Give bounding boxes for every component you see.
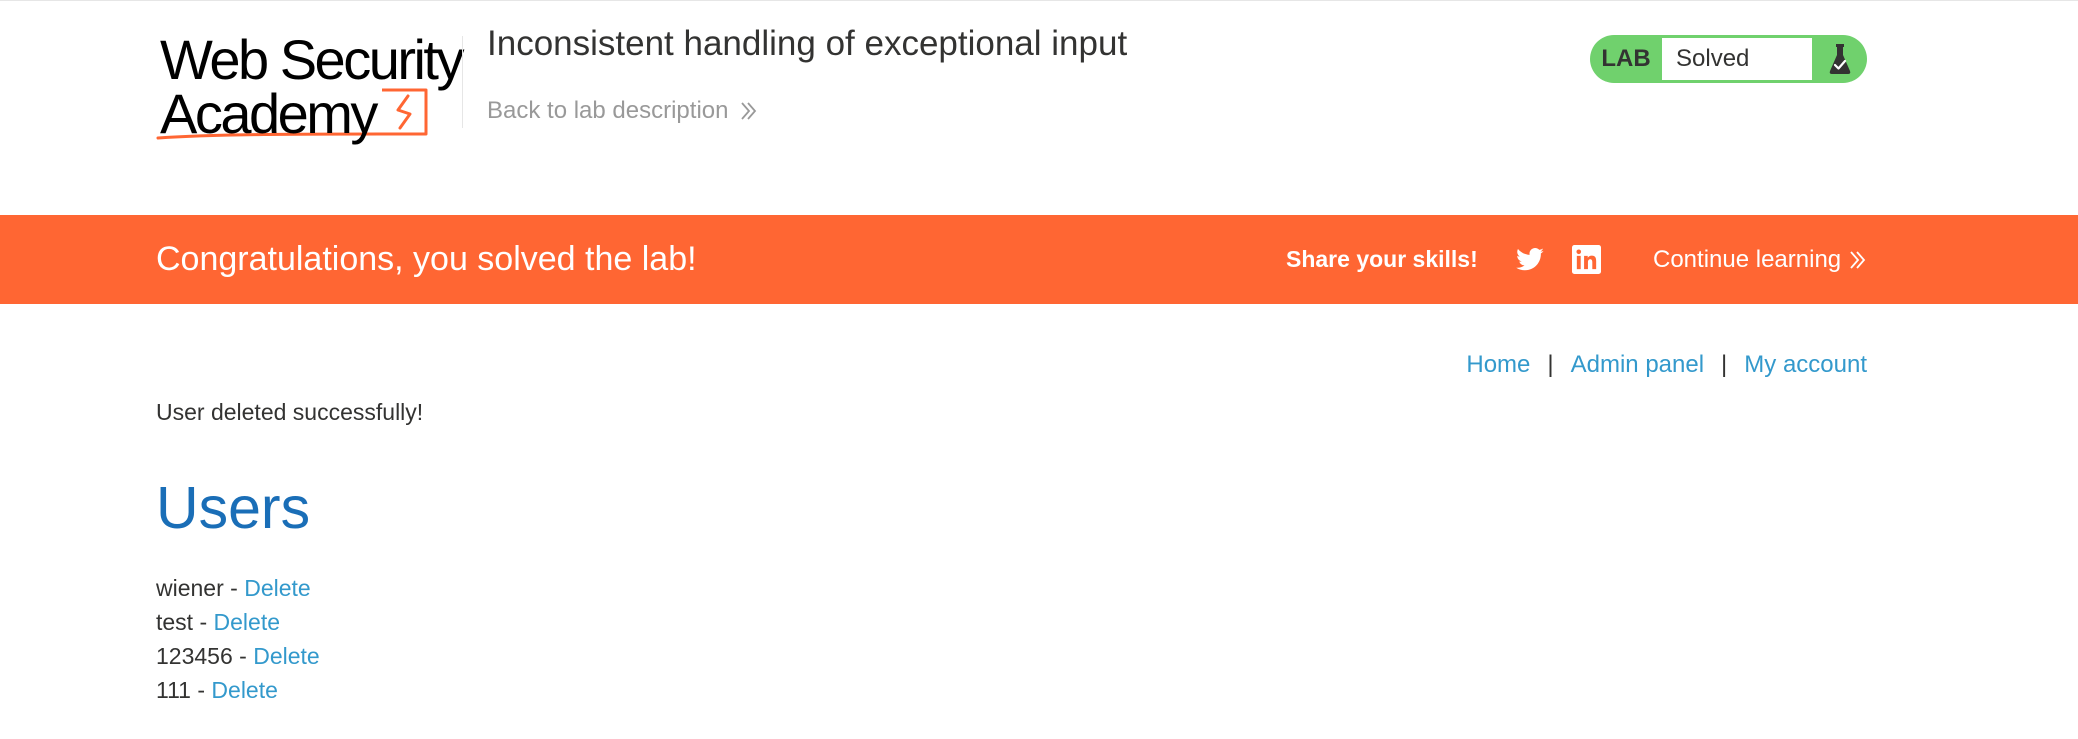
user-list-item: wiener - Delete xyxy=(156,571,320,605)
user-separator: - xyxy=(223,575,245,601)
share-skills-label: Share your skills! xyxy=(1286,246,1478,272)
nav-my-account-link[interactable]: My account xyxy=(1744,348,1867,382)
logo-line-2: Academy xyxy=(160,82,378,145)
double-chevron-right-icon xyxy=(1849,250,1867,270)
logo-line-1: Web Security xyxy=(160,28,464,91)
delete-user-link[interactable]: Delete xyxy=(214,609,280,635)
nav-separator: | xyxy=(1721,351,1728,378)
top-navigation: Home | Admin panel | My account xyxy=(1466,348,1867,382)
user-list-item: 111 - Delete xyxy=(156,673,320,707)
lab-badge: LAB xyxy=(1601,45,1651,72)
twitter-icon[interactable] xyxy=(1515,245,1545,275)
delete-user-link[interactable]: Delete xyxy=(253,643,319,669)
username: test xyxy=(156,609,194,635)
username: 111 xyxy=(156,677,191,703)
username: wiener xyxy=(156,575,224,601)
user-list-item: 123456 - Delete xyxy=(156,639,320,673)
lab-solved-banner: Congratulations, you solved the lab! Sha… xyxy=(0,215,2078,304)
top-border xyxy=(0,0,2078,1)
linkedin-icon[interactable] xyxy=(1572,245,1601,274)
nav-home-link[interactable]: Home xyxy=(1466,348,1530,382)
delete-user-link[interactable]: Delete xyxy=(211,677,277,703)
flask-icon xyxy=(1812,35,1867,83)
username: 123456 xyxy=(156,643,233,669)
nav-separator: | xyxy=(1547,351,1554,378)
flash-message: User deleted successfully! xyxy=(156,399,424,425)
back-link-label: Back to lab description xyxy=(487,97,729,124)
continue-learning-link[interactable]: Continue learning xyxy=(1653,215,1867,304)
lab-status-widget: LAB Solved xyxy=(1590,35,1867,83)
nav-admin-panel-link[interactable]: Admin panel xyxy=(1571,348,1704,382)
user-list-item: test - Delete xyxy=(156,605,320,639)
header-divider xyxy=(462,36,463,128)
user-separator: - xyxy=(190,677,212,703)
double-chevron-right-icon xyxy=(740,101,758,121)
lab-title: Inconsistent handling of exceptional inp… xyxy=(487,24,1128,63)
user-separator: - xyxy=(232,643,254,669)
user-separator: - xyxy=(193,609,214,635)
congratulations-message: Congratulations, you solved the lab! xyxy=(156,240,697,278)
users-heading: Users xyxy=(156,475,311,541)
web-security-academy-logo[interactable]: Web Security Academy xyxy=(156,30,464,145)
back-to-lab-description-link[interactable]: Back to lab description xyxy=(487,94,758,128)
user-list: wiener - Delete test - Delete 123456 - D… xyxy=(156,571,320,707)
continue-learning-label: Continue learning xyxy=(1653,245,1842,273)
lab-status-text: Solved xyxy=(1662,38,1812,80)
delete-user-link[interactable]: Delete xyxy=(244,575,310,601)
